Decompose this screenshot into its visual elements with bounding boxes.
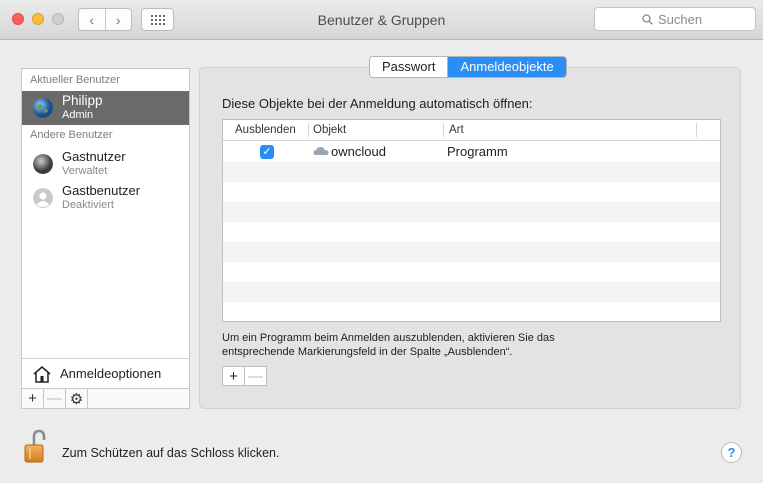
tab-passwort[interactable]: Passwort <box>370 57 448 77</box>
gear-icon: ⚙ <box>69 390 84 408</box>
item-kind: Programm <box>447 144 508 159</box>
user-role: Deaktiviert <box>62 199 114 211</box>
cloud-icon <box>313 146 329 155</box>
user-name: Philipp <box>62 93 103 108</box>
segmented-tabs: Passwort Anmeldeobjekte <box>369 56 567 78</box>
users-sidebar: Aktueller Benutzer Philipp Admin Andere … <box>21 68 190 409</box>
table-row-empty <box>223 182 720 202</box>
table-row-empty <box>223 202 720 222</box>
hide-checkbox[interactable]: ✓ <box>260 145 274 159</box>
house-icon <box>33 365 51 383</box>
table-row-empty <box>223 302 720 321</box>
user-row-philipp[interactable]: Philipp Admin <box>22 91 189 125</box>
add-user-button[interactable]: + <box>22 389 44 408</box>
other-users-section-label: Andere Benutzer <box>30 129 113 141</box>
login-items-heading: Diese Objekte bei der Anmeldung automati… <box>222 96 533 111</box>
column-divider <box>443 123 444 137</box>
add-login-item-button[interactable]: + <box>223 367 244 385</box>
help-button[interactable]: ? <box>721 442 742 463</box>
item-name: owncloud <box>331 144 386 159</box>
table-row-empty <box>223 262 720 282</box>
user-row-gastbenutzer[interactable]: Gastbenutzer Deaktiviert <box>22 181 189 215</box>
remove-login-item-button[interactable]: — <box>244 367 266 385</box>
person-silhouette-icon <box>33 188 53 208</box>
login-items-table: Ausblenden Objekt Art ✓ owncloud Program… <box>222 119 721 322</box>
lock-hint-text: Zum Schützen auf das Schloss klicken. <box>62 446 280 460</box>
remove-user-button[interactable]: — <box>44 389 66 408</box>
sidebar-toolbar: + — ⚙ <box>22 388 189 408</box>
globe-avatar-icon <box>33 98 53 118</box>
login-options-label: Anmeldeoptionen <box>60 366 162 381</box>
login-items-add-remove: + — <box>222 366 267 386</box>
column-divider <box>696 123 697 137</box>
search-field[interactable] <box>594 7 756 31</box>
user-name: Gastnutzer <box>62 149 126 164</box>
user-row-gastnutzer[interactable]: Gastnutzer Verwaltet <box>22 147 189 181</box>
user-name: Gastbenutzer <box>62 183 141 198</box>
current-user-section-label: Aktueller Benutzer <box>30 74 120 86</box>
column-header-hide[interactable]: Ausblenden <box>235 124 296 136</box>
user-role: Verwaltet <box>62 165 108 177</box>
column-header-kind[interactable]: Art <box>449 124 464 136</box>
login-options-item[interactable]: Anmeldeoptionen <box>22 358 189 388</box>
user-role: Admin <box>62 109 94 121</box>
gear-menu-button[interactable]: ⚙ <box>66 389 88 408</box>
table-row-empty <box>223 162 720 182</box>
table-row-empty <box>223 242 720 262</box>
unlocked-padlock-icon[interactable] <box>24 428 48 464</box>
search-input[interactable] <box>658 11 708 27</box>
column-header-item[interactable]: Objekt <box>313 124 346 136</box>
title-bar: ‹ › Benutzer & Gruppen <box>0 0 763 40</box>
hide-hint-text: Um ein Programm beim Anmelden auszublend… <box>222 332 555 358</box>
column-divider <box>308 123 309 137</box>
table-header: Ausblenden Objekt Art <box>223 120 720 141</box>
table-row-empty <box>223 282 720 302</box>
search-icon <box>642 13 653 25</box>
tab-anmeldeobjekte[interactable]: Anmeldeobjekte <box>447 57 566 77</box>
table-row[interactable]: ✓ owncloud Programm <box>223 142 720 162</box>
table-row-empty <box>223 222 720 242</box>
gray-sphere-avatar-icon <box>33 154 53 174</box>
